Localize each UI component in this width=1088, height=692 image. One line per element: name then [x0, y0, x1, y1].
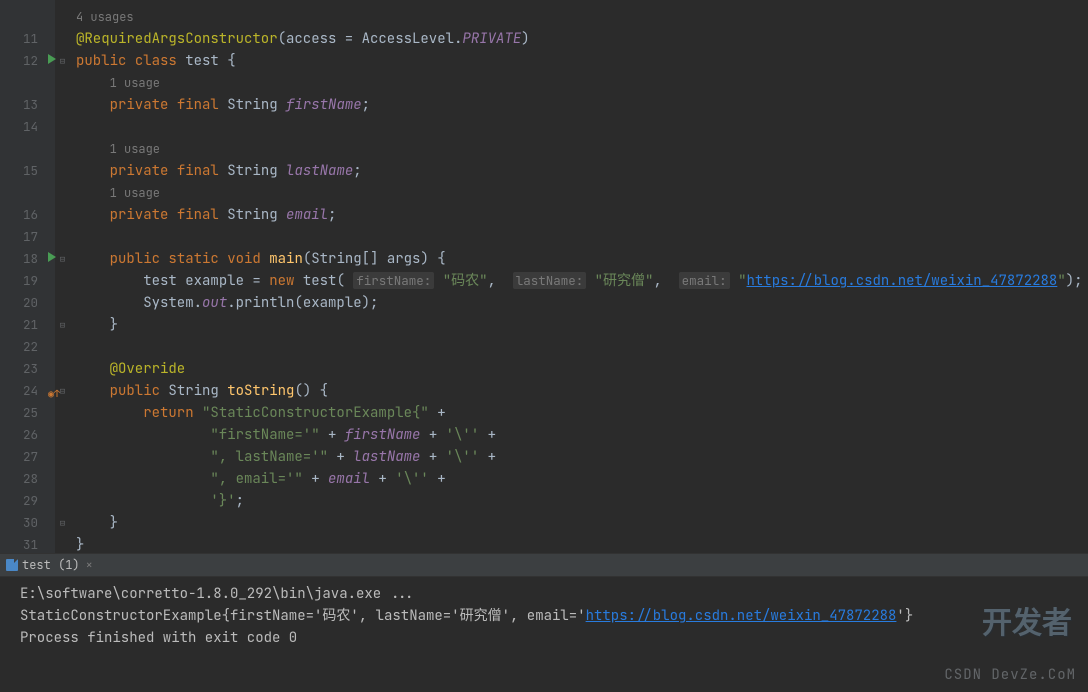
- line-number: 24◉↑: [0, 380, 38, 402]
- line-number: 15: [0, 160, 38, 182]
- line-number: 27: [0, 446, 38, 468]
- line-number: 21: [0, 314, 38, 336]
- line-number: 18: [0, 248, 38, 270]
- console-output[interactable]: E:\software\corretto-1.8.0_292\bin\java.…: [0, 577, 1088, 690]
- code-content[interactable]: 4 usages @RequiredArgsConstructor(access…: [70, 0, 1088, 553]
- line-number: 14: [0, 116, 38, 138]
- line-number: 22: [0, 336, 38, 358]
- param-hint: lastName:: [513, 272, 587, 289]
- line-number: 11: [0, 28, 38, 50]
- line-number: 20: [0, 292, 38, 314]
- line-number: 19: [0, 270, 38, 292]
- fold-toggle-icon[interactable]: ⊟: [55, 512, 70, 534]
- console-line: E:\software\corretto-1.8.0_292\bin\java.…: [20, 583, 1068, 605]
- fold-toggle-icon[interactable]: ⊟: [55, 314, 70, 336]
- console-link[interactable]: https://blog.csdn.net/weixin_47872288: [586, 607, 897, 625]
- usage-hint: 4 usages: [76, 9, 134, 25]
- line-number: 26: [0, 424, 38, 446]
- usage-hint: 1 usage: [110, 75, 160, 91]
- console-line: StaticConstructorExample{firstName='码农',…: [20, 605, 1068, 627]
- close-icon[interactable]: ×: [86, 557, 93, 573]
- file-icon: [6, 559, 18, 571]
- run-tab-bar: test (1) ×: [0, 553, 1088, 577]
- watermark: 开发者: [982, 598, 1072, 642]
- line-number: 12: [0, 50, 38, 72]
- line-number: 17: [0, 226, 38, 248]
- watermark: CSDN DevZe.CoM: [944, 666, 1076, 684]
- fold-toggle-icon[interactable]: ⊟: [55, 50, 70, 72]
- fold-toggle-icon[interactable]: ⊟: [55, 248, 70, 270]
- line-number: 16: [0, 204, 38, 226]
- line-number: 13: [0, 94, 38, 116]
- param-hint: firstName:: [353, 272, 434, 289]
- fold-toggle-icon[interactable]: ⊟: [55, 380, 70, 402]
- line-number: 28: [0, 468, 38, 490]
- param-hint: email:: [679, 272, 730, 289]
- line-number: 25: [0, 402, 38, 424]
- line-number: 31: [0, 534, 38, 556]
- console-line: Process finished with exit code 0: [20, 627, 1068, 649]
- fold-column: ⊟ ⊟ ⊟ ⊟ ⊟: [54, 0, 70, 553]
- usage-hint: 1 usage: [110, 185, 160, 201]
- line-number: 23: [0, 358, 38, 380]
- line-number: 30: [0, 512, 38, 534]
- usage-hint: 1 usage: [110, 141, 160, 157]
- run-tab-label: test (1): [22, 557, 80, 573]
- line-number-gutter: 11 12 13 14 15 16 17 18 19 20 21 22 23 2…: [0, 0, 54, 553]
- line-number: 29: [0, 490, 38, 512]
- run-tab[interactable]: test (1) ×: [0, 554, 99, 576]
- code-editor: 11 12 13 14 15 16 17 18 19 20 21 22 23 2…: [0, 0, 1088, 553]
